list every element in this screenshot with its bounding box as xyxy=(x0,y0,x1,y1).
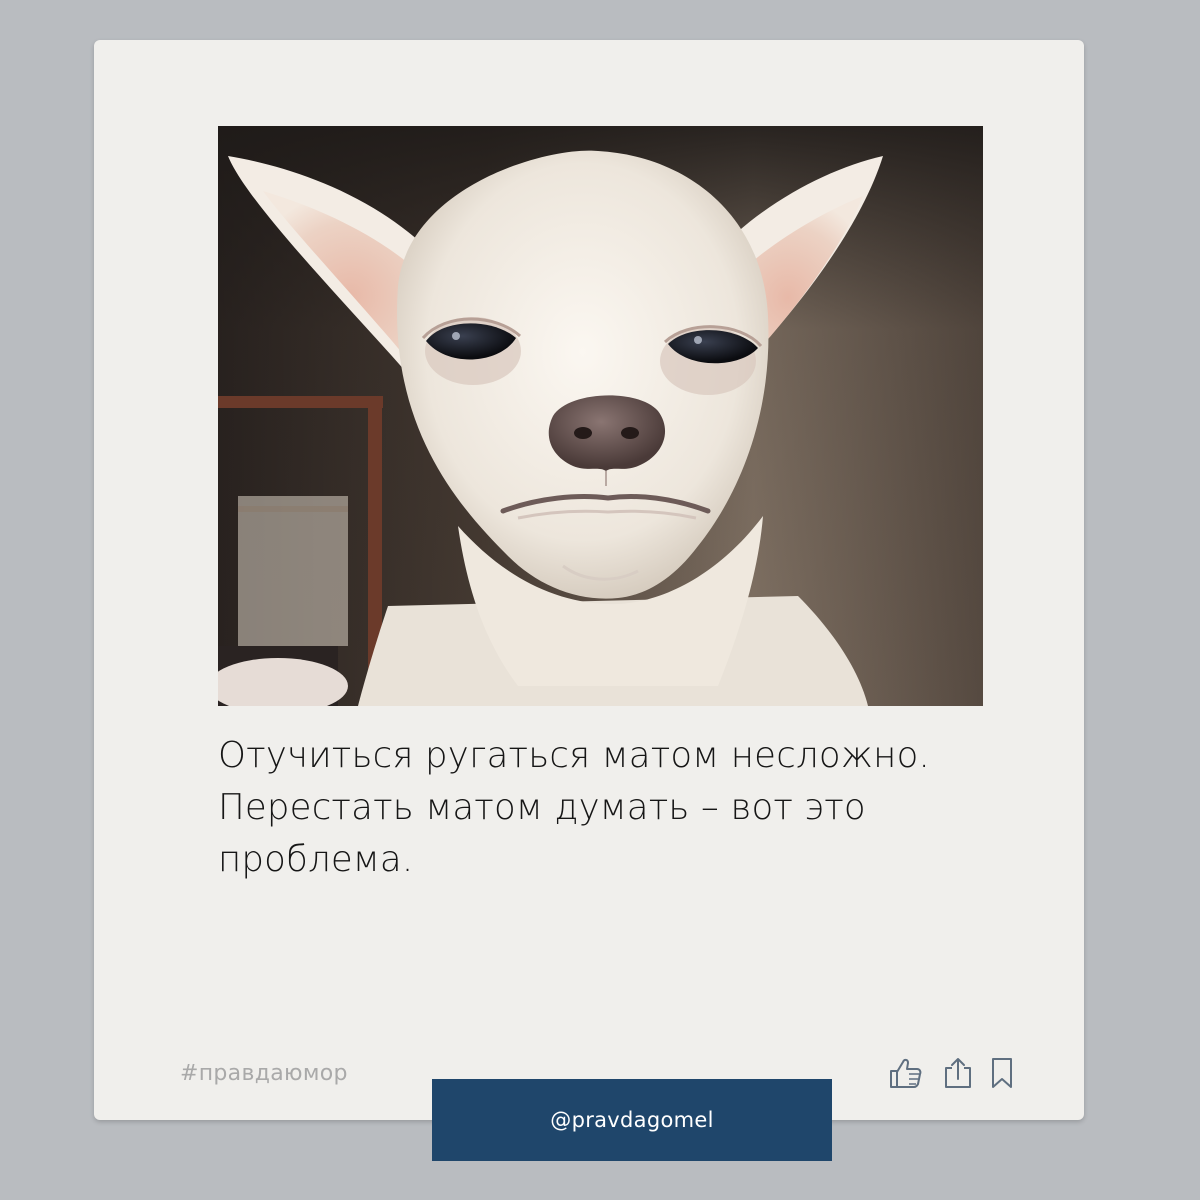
post-card: Отучиться ругаться матом несложно. Перес… xyxy=(94,40,1084,1120)
post-photo[interactable] xyxy=(218,126,983,706)
caption-line: Перестать матом думать – вот это xyxy=(218,787,866,828)
share-icon xyxy=(945,1058,971,1088)
hashtag-link[interactable]: #правдаюмор xyxy=(180,1061,348,1086)
thumbs-up-icon xyxy=(890,1058,922,1088)
post-caption: Отучиться ругаться матом несложно. Перес… xyxy=(218,730,1018,886)
caption-line: Отучиться ругаться матом несложно. xyxy=(218,735,930,776)
account-handle: @pravdagomel xyxy=(550,1108,714,1132)
share-button[interactable] xyxy=(940,1056,976,1090)
chihuahua-photo-image xyxy=(218,126,983,706)
like-button[interactable] xyxy=(888,1056,924,1090)
bookmark-button[interactable] xyxy=(984,1056,1020,1090)
caption-line: проблема. xyxy=(218,839,414,880)
account-handle-button[interactable]: @pravdagomel xyxy=(432,1079,832,1161)
bookmark-icon xyxy=(992,1058,1012,1088)
